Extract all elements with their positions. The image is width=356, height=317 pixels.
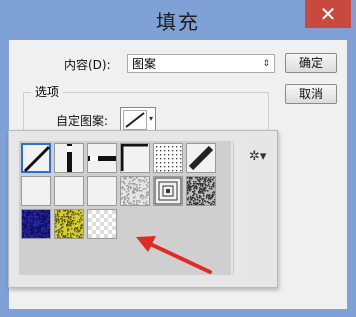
pattern-swatch-noise-light[interactable] [120,176,150,206]
pattern-swatch-yellow-noise[interactable] [54,209,84,239]
close-button[interactable]: ✕ [305,0,351,28]
ok-button[interactable]: 确定 [285,53,337,73]
pattern-swatch-noise-dark[interactable] [186,176,216,206]
window-border-bottom [0,309,356,317]
pattern-swatch-diagonal-thick[interactable] [186,143,216,173]
dropdown-arrow-icon: ▾ [148,114,153,123]
pattern-swatch-horizontal-dash[interactable] [87,143,117,173]
pattern-swatch-checkerboard[interactable] [87,209,117,239]
custom-pattern-label: 自定图案: [56,114,109,128]
pattern-swatch-blank-2[interactable] [54,176,84,206]
pattern-swatch-blank-3[interactable] [87,176,117,206]
pattern-swatch-vertical-bar[interactable] [54,143,84,173]
gear-icon[interactable]: ✲▾ [249,149,266,164]
custom-pattern-button[interactable]: ▾ [120,107,156,131]
pattern-swatch-blank-1[interactable] [21,176,51,206]
pattern-swatch-diagonal-line[interactable] [21,143,51,173]
diagonal-line-icon [125,112,145,128]
content-label: 内容(D): [64,58,111,72]
pattern-scrollbar[interactable] [233,141,246,275]
pattern-swatch-dots[interactable] [153,143,183,173]
pattern-preview [123,110,147,130]
options-group-title: 选项 [31,83,64,100]
content-select[interactable]: 图案 ⇕ [127,54,275,73]
cancel-button[interactable]: 取消 [285,84,337,104]
pattern-swatch-corner-frame[interactable] [120,143,150,173]
pattern-swatch-concentric-squares[interactable] [153,176,183,206]
pattern-swatch-blue-noise[interactable] [21,209,51,239]
dialog-title: 填充 [156,10,200,34]
red-arrow-annotation [136,236,212,274]
content-select-value: 图案 [132,57,157,71]
window-border-right [347,40,356,317]
select-arrow-icon: ⇕ [262,59,270,69]
